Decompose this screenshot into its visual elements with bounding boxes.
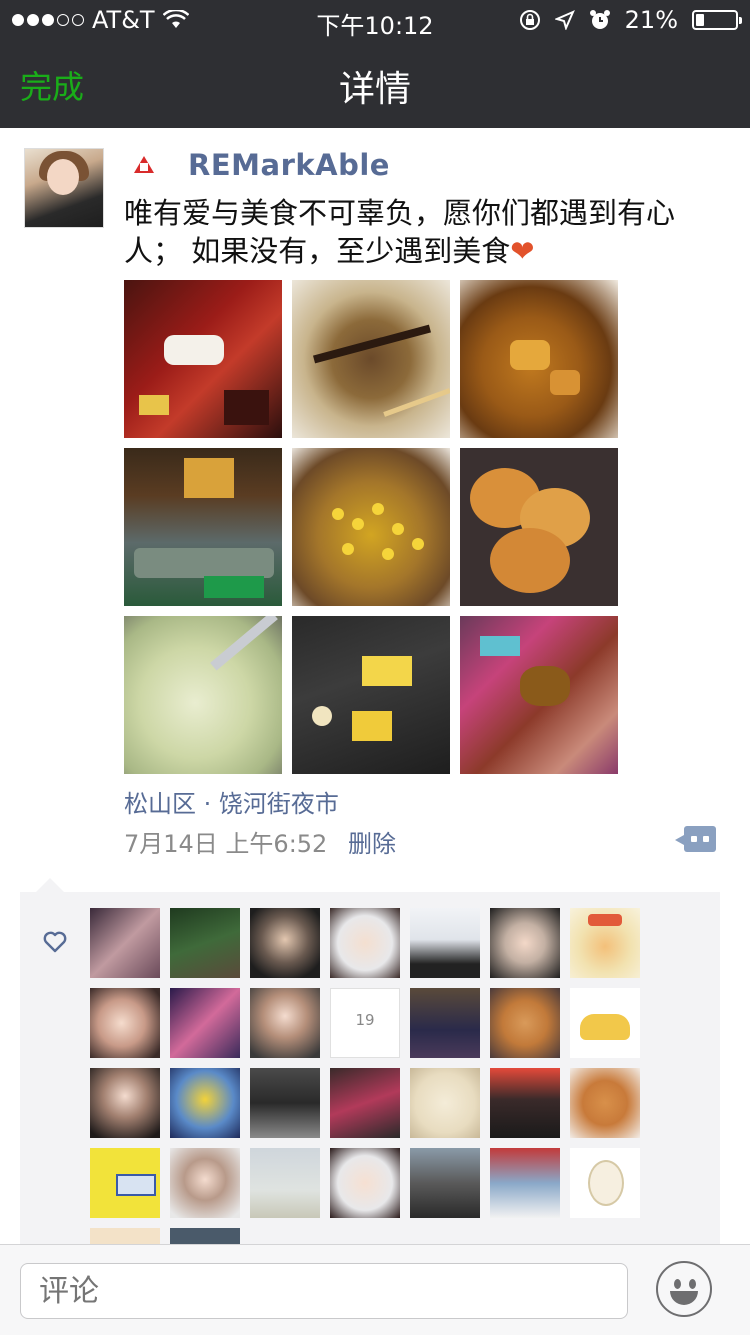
liker-avatar[interactable] (170, 908, 240, 978)
photo-egg-skillets[interactable] (292, 616, 450, 774)
liker-avatar[interactable] (330, 1068, 400, 1138)
photo-soup[interactable] (124, 616, 282, 774)
liker-avatar[interactable] (90, 988, 160, 1058)
battery-level (696, 14, 704, 26)
photo-bento-box[interactable] (124, 280, 282, 438)
emoji-icon[interactable] (656, 1261, 712, 1317)
liker-avatar[interactable] (90, 1228, 160, 1244)
liker-avatar[interactable] (90, 1068, 160, 1138)
liker-avatar[interactable]: 19 (330, 988, 400, 1058)
liker-avatar[interactable] (330, 908, 400, 978)
liker-avatar[interactable] (410, 908, 480, 978)
post-text: 唯有爱与美食不可辜负，愿你们都遇到有心人； 如果没有，至少遇到美食❤ (124, 194, 730, 270)
delete-button[interactable]: 删除 (348, 824, 396, 859)
liker-avatar[interactable] (170, 988, 240, 1058)
status-right: 21% (519, 6, 742, 34)
liker-avatar[interactable] (250, 908, 320, 978)
liker-avatar[interactable] (250, 1068, 320, 1138)
battery-percent: 21% (624, 6, 678, 34)
battery-icon (692, 10, 742, 30)
comment-bar (0, 1244, 750, 1335)
photo-dessert-box[interactable] (460, 616, 618, 774)
comment-input[interactable] (20, 1263, 628, 1319)
liker-avatar[interactable] (410, 1148, 480, 1218)
liker-avatar[interactable] (490, 908, 560, 978)
post-text-body: 唯有爱与美食不可辜负，愿你们都遇到有心人； 如果没有，至少遇到美食 (124, 196, 676, 268)
photo-okonomiyaki[interactable] (292, 280, 450, 438)
liker-avatar[interactable] (570, 988, 640, 1058)
liker-avatar[interactable] (170, 1068, 240, 1138)
photo-pancakes[interactable] (460, 448, 618, 606)
post-time: 7月14日 上午6:52 (124, 830, 328, 858)
comment-more-icon[interactable] (675, 826, 716, 852)
liker-avatar[interactable] (410, 988, 480, 1058)
liker-avatar[interactable] (410, 1068, 480, 1138)
page-title: 详情 (338, 69, 411, 110)
author-avatar[interactable] (24, 148, 104, 228)
liker-avatar[interactable] (170, 1148, 240, 1218)
liker-avatar[interactable] (570, 1148, 640, 1218)
photo-corn-dish[interactable] (292, 448, 450, 606)
photo-braised-food[interactable] (460, 280, 618, 438)
alarm-icon (589, 10, 610, 29)
post-location[interactable]: 松山区 · 饶河街夜市 (124, 784, 339, 819)
rotation-lock-icon (519, 10, 540, 30)
status-bar: AT&T 下午10:12 21% (0, 0, 750, 40)
liker-avatar[interactable] (170, 1228, 240, 1244)
warning-icon (134, 156, 154, 173)
liker-avatar[interactable] (570, 908, 640, 978)
liker-avatar[interactable] (490, 1068, 560, 1138)
liker-avatar[interactable] (250, 1148, 320, 1218)
liker-avatar[interactable] (490, 988, 560, 1058)
liker-avatar-number: 19 (355, 1011, 375, 1029)
author-name[interactable]: REMarkAble (188, 148, 390, 182)
heart-icon (43, 931, 67, 953)
liker-avatar[interactable] (90, 1148, 160, 1218)
location-arrow-icon (554, 10, 575, 30)
header: AT&T 下午10:12 21% 完成 详情 (0, 0, 750, 128)
liker-avatar[interactable] (490, 1148, 560, 1218)
photo-night-market-stall[interactable] (124, 448, 282, 606)
liker-avatar[interactable] (90, 908, 160, 978)
liker-avatar[interactable] (570, 1068, 640, 1138)
likes-pointer (36, 878, 64, 892)
liker-avatar[interactable] (330, 1148, 400, 1218)
liker-avatar[interactable] (250, 988, 320, 1058)
heart-emoji-icon: ❤ (510, 234, 535, 268)
